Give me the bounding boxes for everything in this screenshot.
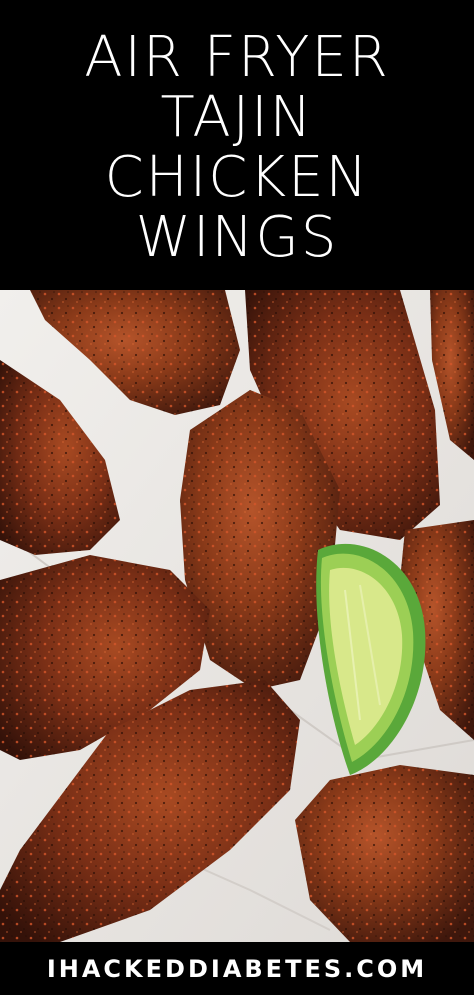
pin-graphic: AIR FRYER TAJIN CHICKEN WINGS IHACKEDDIA… xyxy=(0,0,474,995)
footer-band: IHACKEDDIABETES.COM xyxy=(0,942,474,995)
title-line-1: AIR FRYER xyxy=(84,25,390,90)
food-photo xyxy=(0,290,474,942)
website-url: IHACKEDDIABETES.COM xyxy=(46,954,428,983)
title-line-3: CHICKEN xyxy=(104,145,370,210)
title-line-4: WINGS xyxy=(135,205,339,270)
title-band: AIR FRYER TAJIN CHICKEN WINGS xyxy=(0,0,474,290)
title-line-2: TAJIN xyxy=(160,85,314,150)
